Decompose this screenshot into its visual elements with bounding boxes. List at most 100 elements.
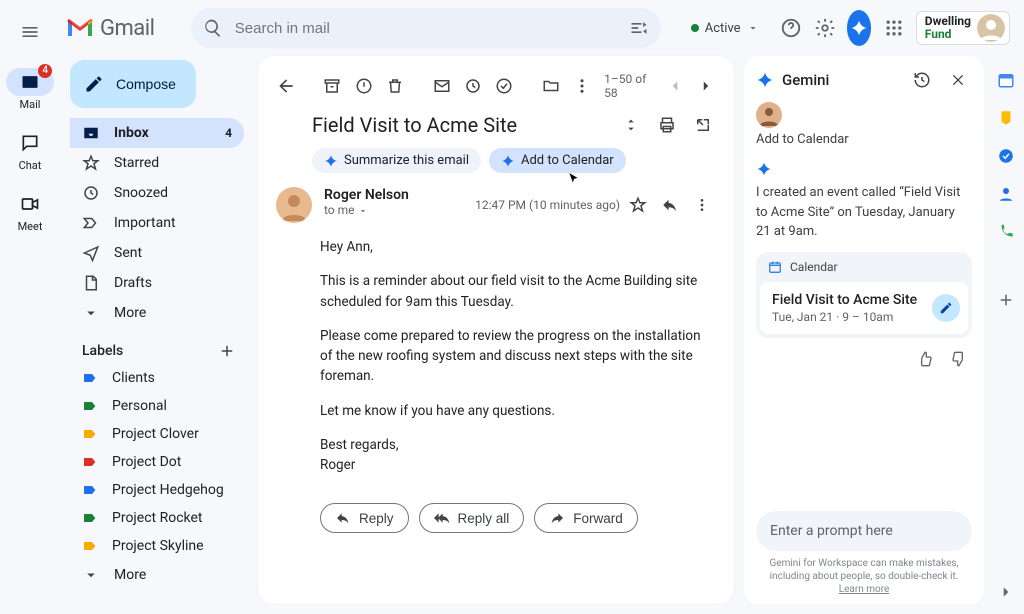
rail-mail-label: Mail xyxy=(6,98,54,111)
apps-button[interactable] xyxy=(881,10,905,46)
sender-avatar xyxy=(276,187,312,223)
label-item[interactable]: Clients xyxy=(70,364,250,392)
sparkle-icon xyxy=(756,161,772,177)
rail-contacts[interactable] xyxy=(996,184,1016,204)
body-p3: Please come prepared to review the progr… xyxy=(320,326,714,387)
add-label-button[interactable] xyxy=(218,342,236,360)
nav-starred[interactable]: Starred xyxy=(70,148,244,178)
labels-more[interactable]: More xyxy=(70,560,244,590)
support-button[interactable] xyxy=(779,10,803,46)
rail-chat[interactable]: Chat xyxy=(6,129,54,172)
snooze-button[interactable] xyxy=(459,69,486,103)
label-icon xyxy=(82,482,98,498)
nav-inbox-count: 4 xyxy=(225,126,232,140)
rail-add[interactable] xyxy=(996,290,1016,310)
nav-inbox-label: Inbox xyxy=(114,125,149,141)
body-p5: Best regards, xyxy=(320,435,714,455)
main-menu-button[interactable] xyxy=(12,14,48,50)
rail-keep[interactable] xyxy=(996,108,1016,128)
inbox-icon xyxy=(82,124,100,142)
chip-add-calendar[interactable]: Add to Calendar xyxy=(489,148,626,173)
prev-page-button[interactable] xyxy=(661,69,688,103)
nav-inbox[interactable]: Inbox 4 xyxy=(70,118,244,148)
delete-button[interactable] xyxy=(381,69,408,103)
add-task-button[interactable] xyxy=(491,69,518,103)
body-p6: Roger xyxy=(320,455,714,475)
next-page-button[interactable] xyxy=(693,69,720,103)
gmail-logo[interactable]: Gmail xyxy=(66,16,181,41)
back-button[interactable] xyxy=(272,69,299,103)
spam-button[interactable] xyxy=(350,69,377,103)
label-name: Project Clover xyxy=(112,426,199,442)
nav-drafts[interactable]: Drafts xyxy=(70,268,244,298)
event-time: Tue, Jan 21 · 9 – 10am xyxy=(772,310,924,324)
mark-unread-button[interactable] xyxy=(428,69,455,103)
archive-button[interactable] xyxy=(319,69,346,103)
chat-icon xyxy=(6,129,54,157)
gemini-close-button[interactable] xyxy=(944,66,972,94)
label-name: Project Hedgehog xyxy=(112,482,224,498)
star-icon xyxy=(82,154,100,172)
sparkle-icon xyxy=(324,154,338,168)
search-input[interactable] xyxy=(233,19,619,38)
rail-meet[interactable]: Meet xyxy=(6,190,54,233)
nav-sent[interactable]: Sent xyxy=(70,238,244,268)
nav-more[interactable]: More xyxy=(70,298,244,328)
rail-meet-label: Meet xyxy=(6,220,54,233)
print-button[interactable] xyxy=(654,112,680,138)
compose-button[interactable]: Compose xyxy=(70,60,196,108)
mail-badge: 4 xyxy=(38,64,52,78)
side-panel-toggle[interactable] xyxy=(994,580,1018,604)
thumbs-up-button[interactable] xyxy=(912,346,938,372)
compose-label: Compose xyxy=(116,76,176,92)
label-item[interactable]: Personal xyxy=(70,392,250,420)
open-window-button[interactable] xyxy=(690,112,716,138)
thumbs-down-button[interactable] xyxy=(946,346,972,372)
rail-voice[interactable] xyxy=(996,222,1016,242)
gemini-button[interactable] xyxy=(847,10,871,46)
status-chip[interactable]: Active xyxy=(681,17,769,40)
label-item[interactable]: Project Dot xyxy=(70,448,250,476)
rail-mail[interactable]: 4 Mail xyxy=(6,68,54,111)
label-item[interactable]: Project Hedgehog xyxy=(70,476,250,504)
label-name: Project Skyline xyxy=(112,538,204,554)
more-email-button[interactable] xyxy=(688,191,716,219)
expand-button[interactable] xyxy=(618,112,644,138)
reply-label: Reply xyxy=(359,511,394,526)
event-card-body[interactable]: Field Visit to Acme Site Tue, Jan 21 · 9… xyxy=(760,282,968,334)
reply-button[interactable]: Reply xyxy=(320,503,409,533)
learn-more-link[interactable]: Learn more xyxy=(839,584,890,595)
nav-snoozed[interactable]: Snoozed xyxy=(70,178,244,208)
event-edit-button[interactable] xyxy=(932,294,960,322)
reply-icon-button[interactable] xyxy=(656,191,684,219)
sparkle-icon xyxy=(756,71,774,89)
gemini-history-button[interactable] xyxy=(908,66,936,94)
search-options-icon[interactable] xyxy=(629,18,649,38)
chip-summarize[interactable]: Summarize this email xyxy=(312,148,481,173)
forward-button[interactable]: Forward xyxy=(534,503,638,533)
star-email-button[interactable] xyxy=(624,191,652,219)
clock-icon xyxy=(82,184,100,202)
more-actions-button[interactable] xyxy=(569,69,596,103)
gemini-prompt-input[interactable]: Enter a prompt here xyxy=(756,511,972,551)
email-view: 1–50 of 58 Field Visit to Acme Site Summ… xyxy=(258,56,734,604)
move-button[interactable] xyxy=(537,69,564,103)
search-bar[interactable] xyxy=(191,8,661,48)
status-label: Active xyxy=(705,21,741,36)
important-icon xyxy=(82,214,100,232)
label-item[interactable]: Project Rocket xyxy=(70,504,250,532)
rail-tasks[interactable] xyxy=(996,146,1016,166)
org-account[interactable]: Dwelling Fund xyxy=(916,11,1010,45)
rail-calendar[interactable] xyxy=(996,70,1016,90)
label-icon xyxy=(82,370,98,386)
label-item[interactable]: Project Skyline xyxy=(70,532,250,560)
calendar-icon xyxy=(768,260,782,274)
settings-button[interactable] xyxy=(813,10,837,46)
nav-important[interactable]: Important xyxy=(70,208,244,238)
reply-all-button[interactable]: Reply all xyxy=(419,503,525,533)
to-line[interactable]: to me xyxy=(324,203,463,217)
gemini-disclaimer: Gemini for Workspace can make mistakes, … xyxy=(756,557,972,596)
app-rail: 4 Mail Chat Meet xyxy=(0,0,60,614)
gemini-user-prompt: Add to Calendar xyxy=(756,132,972,147)
label-item[interactable]: Project Clover xyxy=(70,420,250,448)
